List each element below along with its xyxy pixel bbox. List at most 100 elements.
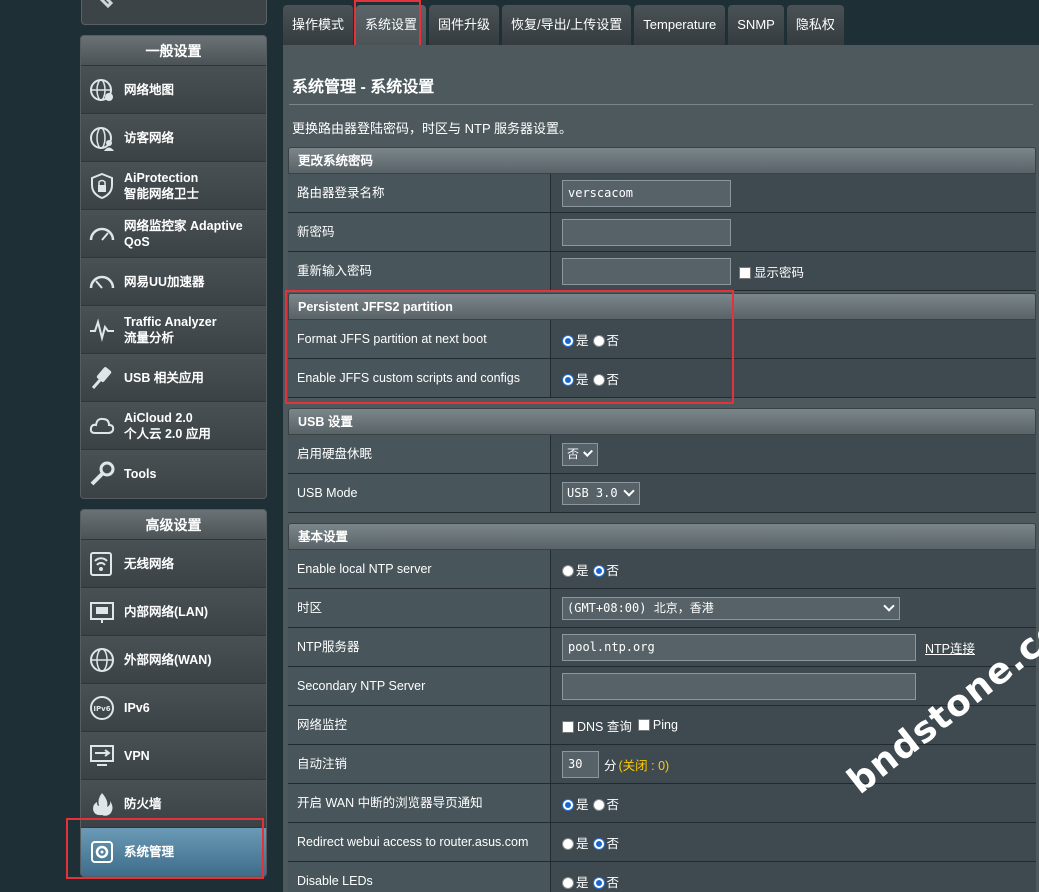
select-value: 否 [567,446,580,461]
retype-password-input[interactable] [562,257,731,285]
redirect-yes[interactable]: 是 [562,833,589,852]
local-ntp-row: Enable local NTP server 是 否 [288,550,1036,589]
sidebar-item-aicloud[interactable]: AiCloud 2.0 个人云 2.0 应用 [81,402,266,450]
sidebar-item-aiprotection[interactable]: AiProtection 智能网络卫士 [81,162,266,210]
show-password-toggle[interactable]: 显示密码 [739,262,804,281]
usb-mode-row: USB Mode USB 3.0 [288,474,1036,513]
sidebar-item-adaptive-qos[interactable]: 网络监控家 Adaptive QoS [81,210,266,258]
hdd-sleep-select[interactable]: 否 [562,442,598,466]
jffs-scripts-no[interactable]: 否 [592,369,620,388]
general-settings-header: 一般设置 [81,36,266,66]
sidebar-item-tools[interactable]: Tools [81,450,266,498]
radio-label: 是 [576,797,589,812]
general-settings-menu: 一般设置 网络地图 访客网络 AiProtection 智能网络卫士 网络监控家… [80,35,267,499]
ntp-server-row: NTP服务器 pool.ntp.org NTP连接 [288,628,1036,667]
tab-snmp[interactable]: SNMP [728,5,784,45]
timezone-select[interactable]: (GMT+08:00) 北京，香港 [562,596,900,620]
section-header: Persistent JFFS2 partition [288,293,1036,320]
wan-notify-row: 开启 WAN 中断的浏览器导页通知 是 否 [288,784,1036,823]
jffs-format-yes[interactable]: 是 [562,330,589,349]
sidebar-item-administration[interactable]: 系统管理 [81,828,266,876]
ntp-server-input[interactable]: pool.ntp.org [562,633,916,661]
globe-network-icon [90,79,113,101]
tab-restore-save-upload[interactable]: 恢复/导出/上传设置 [502,5,632,45]
sidebar-item-wireless[interactable]: 无线网络 [81,540,266,588]
sidebar-item-label: VPN [124,748,150,763]
sidebar-item-traffic-analyzer[interactable]: Traffic Analyzer 流量分析 [81,306,266,354]
sidebar-item-firewall[interactable]: 防火墙 [81,780,266,828]
radio-button[interactable] [592,334,605,347]
ntp-link[interactable]: NTP连接 [925,638,975,657]
leds-no[interactable]: 否 [592,872,619,891]
field-label: Disable LEDs [288,862,551,892]
login-name-input[interactable]: verscacom [562,179,731,207]
sidebar-top-stub[interactable] [81,0,267,25]
jffs-format-no[interactable]: 否 [592,330,619,349]
local-ntp-no[interactable]: 否 [592,560,619,579]
radio-button[interactable] [592,373,605,386]
dns-query-checkbox[interactable] [562,720,574,733]
tab-firmware-upgrade[interactable]: 固件升级 [429,5,500,45]
tab-temperature[interactable]: Temperature [634,5,726,45]
radio-label: 否 [606,372,620,387]
sidebar-item-uu-accelerator[interactable]: 网易UU加速器 [81,258,266,306]
new-password-input[interactable] [562,218,731,246]
auto-logout-input[interactable]: 30 [562,750,599,778]
sidebar-item-lan[interactable]: 内部网络(LAN) [81,588,266,636]
sidebar-item-label: USB 相关应用 [124,370,204,385]
secondary-ntp-row: Secondary NTP Server [288,667,1036,706]
redirect-no[interactable]: 否 [592,833,620,852]
sidebar-item-network-map[interactable]: 网络地图 [81,66,266,114]
radio-button[interactable] [592,876,605,889]
show-password-checkbox[interactable] [739,266,751,279]
sidebar-item-guest-network[interactable]: 访客网络 [81,114,266,162]
sidebar-item-vpn[interactable]: VPN [81,732,266,780]
radio-button[interactable] [592,798,605,811]
ping-toggle[interactable]: Ping [637,718,678,732]
sidebar-item-label: IPv6 [124,700,150,715]
radio-label: 是 [576,333,589,348]
wan-notify-yes[interactable]: 是 [562,794,589,813]
radio-button[interactable] [562,334,574,347]
sidebar-item-label: 网易UU加速器 [124,274,205,289]
usb-mode-select[interactable]: USB 3.0 [562,481,640,505]
page-description: 更换路由器登陆密码，时区与 NTP 服务器设置。 [292,121,572,136]
radio-button[interactable] [562,564,574,577]
radio-label: 否 [606,836,620,851]
radio-button[interactable] [592,837,605,850]
hdd-sleep-row: 启用硬盘休眠 否 [288,435,1036,474]
svg-text:IPv6: IPv6 [93,705,110,713]
radio-label: 是 [576,372,589,387]
field-label: Format JFFS partition at next boot [288,320,551,358]
radio-button[interactable] [562,876,574,889]
dns-query-toggle[interactable]: DNS 查询 [562,716,632,735]
checkbox-label: 显示密码 [754,265,805,280]
sidebar-item-wan[interactable]: 外部网络(WAN) [81,636,266,684]
wrench-icon [99,0,114,9]
leds-yes[interactable]: 是 [562,872,589,891]
tab-system[interactable]: 系统设置 [356,5,427,45]
radio-button[interactable] [562,798,574,811]
firewall-icon [93,793,113,816]
field-label: USB Mode [288,474,551,512]
sidebar-item-label: 访客网络 [124,130,175,145]
local-ntp-yes[interactable]: 是 [562,560,589,579]
tab-operation-mode[interactable]: 操作模式 [283,5,354,45]
ping-checkbox[interactable] [637,719,650,731]
section-header: USB 设置 [288,408,1036,435]
tab-privacy[interactable]: 隐私权 [786,5,844,45]
wan-notify-no[interactable]: 否 [592,794,619,813]
sidebar-item-ipv6[interactable]: IPv6 IPv6 [81,684,266,732]
radio-button[interactable] [562,837,574,850]
disable-leds-row: Disable LEDs 是 否 [288,862,1036,892]
radio-button[interactable] [562,373,574,386]
sidebar-item-usb-apps[interactable]: USB 相关应用 [81,354,266,402]
radio-button[interactable] [592,564,605,577]
secondary-ntp-input[interactable] [562,672,916,700]
vpn-icon [90,745,114,766]
chevron-down-icon [883,600,895,612]
timezone-row: 时区 (GMT+08:00) 北京，香港 [288,589,1036,628]
sidebar-item-label: 系统管理 [124,845,175,859]
login-name-row: 路由器登录名称 verscacom [288,174,1036,213]
jffs-scripts-yes[interactable]: 是 [562,369,589,388]
